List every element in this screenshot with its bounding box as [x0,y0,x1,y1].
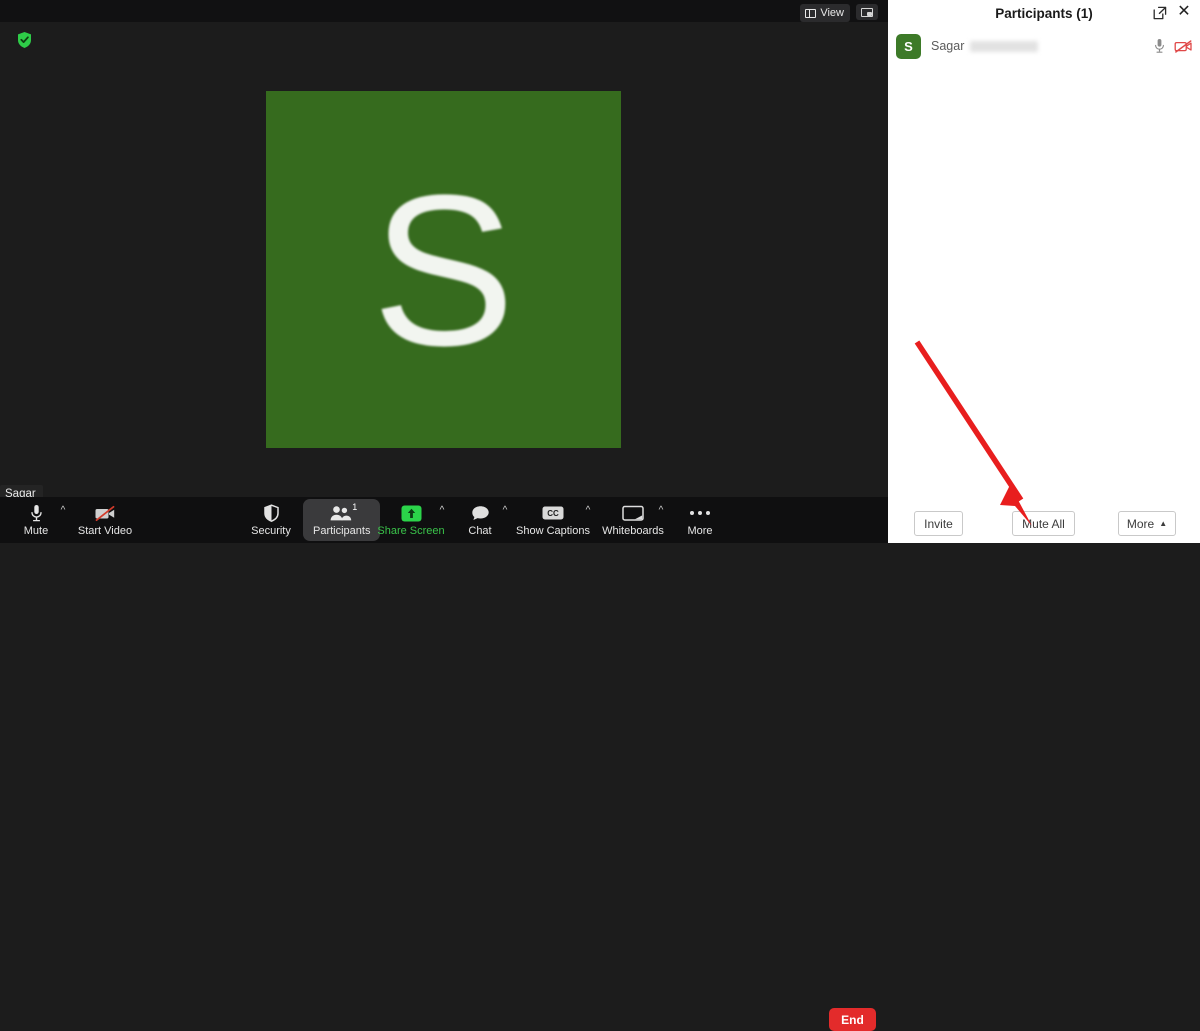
speaker-avatar-initial: S [371,149,516,390]
view-button[interactable]: View [800,4,850,22]
participants-panel-header: Participants (1) ✕ [888,0,1200,29]
share-screen-button[interactable]: Share Screen [377,499,445,541]
share-screen-icon [401,502,422,524]
closed-caption-icon: CC [542,502,564,524]
mute-all-button[interactable]: Mute All [1012,511,1075,536]
participant-name: Sagar [931,39,965,53]
show-captions-button[interactable]: CC Show Captions [515,499,591,541]
caret-up-icon: ▲ [1159,519,1168,528]
panel-more-button[interactable]: More ▲ [1118,511,1176,536]
share-screen-button-label: Share Screen [377,525,445,537]
end-meeting-button[interactable]: End [829,1008,876,1031]
video-off-icon[interactable] [1174,39,1193,59]
participants-button[interactable]: 1 Participants [303,499,381,541]
chat-button[interactable]: Chat [462,499,498,541]
whiteboards-options-caret-icon[interactable]: ^ [656,506,666,516]
camera-off-icon [94,502,116,524]
participants-icon: 1 [329,502,358,524]
share-options-caret-icon[interactable]: ^ [437,506,447,516]
participant-row-icons [1154,38,1193,59]
green-shield-check-icon[interactable] [16,31,33,49]
microphone-icon [30,502,43,524]
meeting-top-bar: View [0,0,888,22]
close-icon[interactable]: ✕ [1176,4,1192,20]
zoom-meeting-window: View S Sagar Mute ^ Start Video Security… [0,0,1200,1031]
chat-button-label: Chat [468,525,492,537]
security-button[interactable]: Security [246,499,296,541]
participants-panel: Participants (1) ✕ S Sagar Invite Mute A… [888,0,1200,543]
chat-bubble-icon [471,502,490,524]
security-button-label: Security [251,525,291,537]
audio-options-caret-icon[interactable]: ^ [58,506,68,516]
participant-avatar: S [896,33,921,59]
start-video-button-label: Start Video [77,525,133,537]
meeting-toolbar: Mute ^ Start Video Security 1 Participan… [0,497,888,1031]
whiteboards-button-label: Whiteboards [602,525,664,537]
more-button[interactable]: More [680,499,720,541]
mute-button-label: Mute [23,525,49,537]
start-video-button[interactable]: Start Video [76,499,134,541]
whiteboard-icon [622,502,644,524]
invite-button[interactable]: Invite [914,511,963,536]
more-button-label: More [687,525,713,537]
participants-button-label: Participants [313,525,371,537]
panel-more-label: More [1126,516,1155,531]
picture-in-picture-icon[interactable] [856,4,878,20]
popout-icon[interactable] [1152,5,1168,21]
svg-text:CC: CC [547,509,559,518]
show-captions-button-label: Show Captions [516,525,590,537]
ellipsis-icon [689,502,711,524]
participant-list-item[interactable]: S Sagar [888,31,1200,61]
grid-view-icon [805,8,817,18]
participants-count-badge: 1 [352,502,358,512]
chat-options-caret-icon[interactable]: ^ [500,506,510,516]
captions-options-caret-icon[interactable]: ^ [583,506,593,516]
participant-name-redacted [970,40,1039,52]
microphone-icon[interactable] [1154,38,1165,59]
meeting-video-area: View S Sagar Mute ^ Start Video Security… [0,0,888,1031]
mute-button[interactable]: Mute [16,499,56,541]
view-button-label: View [820,7,844,19]
shield-icon [263,502,280,524]
speaker-video-tile[interactable]: S [266,91,621,448]
